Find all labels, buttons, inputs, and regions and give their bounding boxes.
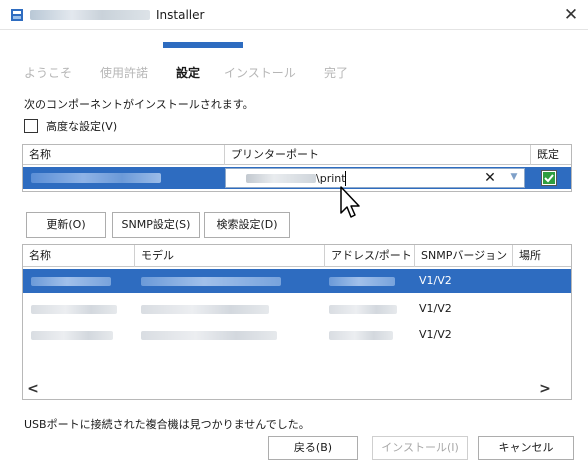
step-welcome: ようこそ bbox=[24, 66, 73, 80]
device-row[interactable]: V1/V2 bbox=[23, 297, 571, 321]
redacted-device-address bbox=[329, 305, 397, 314]
mouse-cursor-icon bbox=[340, 186, 360, 218]
col-header-location[interactable]: 場所 bbox=[513, 245, 571, 267]
component-row[interactable]: \print ✕ ▼ bbox=[23, 167, 571, 189]
col-header-snmp-version[interactable]: SNMPバージョン bbox=[415, 245, 513, 267]
col-header-address-port[interactable]: アドレス/ポート bbox=[325, 245, 415, 267]
text-caret bbox=[345, 171, 346, 186]
close-window-button[interactable]: ✕ bbox=[560, 4, 582, 26]
components-table: 名称 プリンターポート 既定 \print ✕ ▼ bbox=[22, 144, 572, 192]
advanced-settings-label: 高度な設定(V) bbox=[46, 120, 118, 133]
devices-table: 名称 モデル アドレス/ポート SNMPバージョン 場所 V1/V2 V1/V2… bbox=[22, 244, 572, 400]
redacted-device-address bbox=[329, 331, 393, 340]
advanced-settings-checkbox[interactable] bbox=[24, 119, 38, 133]
check-icon bbox=[543, 172, 555, 184]
printer-port-input[interactable]: \print ✕ bbox=[225, 168, 525, 188]
snmp-settings-button[interactable]: SNMP設定(S) bbox=[112, 212, 200, 238]
col-header-name[interactable]: 名称 bbox=[23, 145, 225, 165]
device-snmp-version: V1/V2 bbox=[419, 328, 452, 341]
horizontal-scrollbar[interactable]: < > bbox=[23, 379, 571, 399]
col-header-printer-port[interactable]: プリンターポート bbox=[225, 145, 531, 165]
components-table-header: 名称 プリンターポート 既定 bbox=[23, 145, 571, 165]
device-row[interactable]: V1/V2 bbox=[23, 269, 571, 293]
scroll-right-icon[interactable]: > bbox=[535, 379, 555, 399]
redacted-device-name bbox=[31, 277, 111, 286]
advanced-settings-option[interactable]: 高度な設定(V) bbox=[24, 118, 117, 134]
cancel-button[interactable]: キャンセル bbox=[478, 436, 574, 460]
scroll-left-icon[interactable]: < bbox=[23, 379, 43, 399]
step-progress-indicator bbox=[163, 42, 243, 48]
chevron-down-icon[interactable]: ▼ bbox=[507, 170, 521, 184]
redacted-product-name bbox=[30, 10, 150, 20]
col-header-device-name[interactable]: 名称 bbox=[23, 245, 135, 267]
redacted-component-name bbox=[31, 173, 161, 183]
refresh-button[interactable]: 更新(O) bbox=[26, 212, 106, 238]
col-header-model[interactable]: モデル bbox=[135, 245, 325, 267]
devices-table-header: 名称 モデル アドレス/ポート SNMPバージョン 場所 bbox=[23, 245, 571, 267]
redacted-device-name bbox=[31, 305, 117, 314]
component-description: 次のコンポーネントがインストールされます。 bbox=[24, 98, 254, 111]
step-settings: 設定 bbox=[176, 66, 201, 80]
col-header-default[interactable]: 既定 bbox=[531, 145, 571, 165]
device-snmp-version: V1/V2 bbox=[419, 302, 452, 315]
redacted-device-name bbox=[31, 331, 113, 340]
footer-buttons: 戻る(B) インストール(I) キャンセル bbox=[0, 434, 588, 460]
default-printer-checkbox[interactable] bbox=[541, 170, 557, 186]
window-title: Installer bbox=[156, 8, 205, 22]
title-bar: Installer ✕ bbox=[0, 0, 588, 30]
clear-port-button[interactable]: ✕ bbox=[482, 169, 498, 187]
install-button[interactable]: インストール(I) bbox=[372, 436, 468, 460]
back-button[interactable]: 戻る(B) bbox=[268, 436, 358, 460]
redacted-device-model bbox=[141, 331, 277, 340]
installer-app-icon bbox=[11, 9, 23, 21]
device-snmp-version: V1/V2 bbox=[419, 274, 452, 287]
step-install: インストール bbox=[224, 66, 296, 80]
redacted-port-prefix bbox=[246, 174, 316, 183]
printer-port-value: \print bbox=[316, 172, 346, 185]
step-license: 使用許諾 bbox=[100, 66, 149, 80]
usb-status-message: USBポートに接続された複合機は見つかりませんでした。 bbox=[24, 418, 310, 431]
redacted-device-address bbox=[329, 277, 395, 286]
redacted-device-model bbox=[141, 277, 281, 286]
redacted-device-model bbox=[141, 305, 269, 314]
device-row[interactable]: V1/V2 bbox=[23, 323, 571, 347]
search-settings-button[interactable]: 検索設定(D) bbox=[204, 212, 290, 238]
step-complete: 完了 bbox=[324, 66, 349, 80]
